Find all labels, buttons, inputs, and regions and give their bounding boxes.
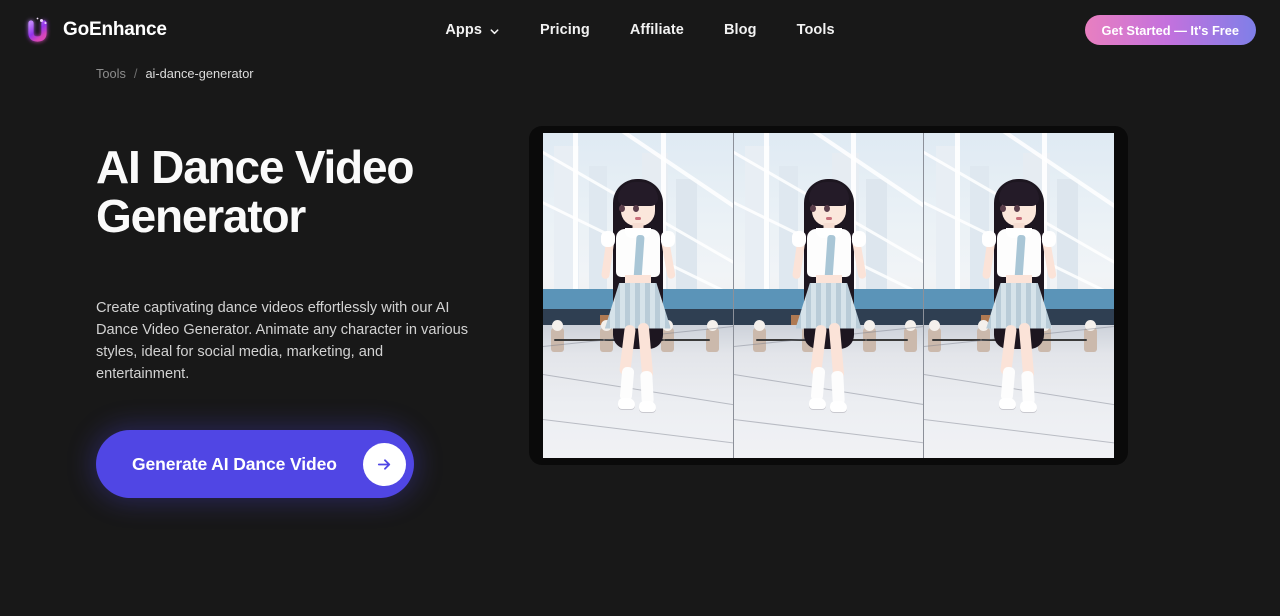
dance-video-preview[interactable] (529, 126, 1128, 465)
preview-frame (732, 133, 924, 458)
dancer-character (783, 178, 875, 452)
generate-button-label: Generate AI Dance Video (132, 453, 337, 474)
preview-frame (543, 133, 733, 458)
preview-frames (543, 133, 1114, 458)
hero-description: Create captivating dance videos effortle… (96, 299, 469, 383)
nav-item-tools[interactable]: Tools (797, 22, 835, 38)
brand-logo[interactable]: GoEnhance (22, 14, 167, 46)
breadcrumb: Tools / ai-dance-generator (0, 60, 1280, 81)
hero-section: AI Dance Video Generator Create captivat… (0, 81, 1280, 499)
hero-copy: AI Dance Video Generator Create captivat… (0, 125, 470, 499)
breadcrumb-item-tools[interactable]: Tools (96, 66, 126, 81)
preview-frame (923, 133, 1114, 458)
sparkle-u-logo-icon (22, 14, 54, 46)
nav-item-affiliate[interactable]: Affiliate (630, 22, 684, 38)
get-started-button[interactable]: Get Started — It's Free (1084, 15, 1256, 45)
nav-item-label: Apps (445, 22, 482, 38)
brand-name: GoEnhance (63, 19, 167, 40)
nav-item-label: Pricing (540, 22, 590, 38)
nav-item-label: Affiliate (629, 22, 684, 38)
chevron-down-icon (489, 25, 500, 36)
preview-panel-wrapper (529, 125, 1128, 465)
breadcrumb-item-current: ai-dance-generator (145, 66, 254, 81)
nav-item-label: Tools (796, 22, 835, 38)
page-title: AI Dance Video Generator (96, 141, 414, 242)
site-header: GoEnhance Apps Pricing Affiliate Blog To… (0, 0, 1280, 60)
dancer-character (592, 178, 684, 452)
generate-ai-dance-video-button[interactable]: Generate AI Dance Video (96, 430, 414, 499)
get-started-label: Get Started — It's Free (1101, 22, 1239, 38)
nav-item-apps[interactable]: Apps (445, 22, 500, 38)
dancer-character (973, 178, 1065, 452)
arrow-right-icon (362, 442, 406, 486)
nav-item-label: Blog (723, 22, 757, 38)
breadcrumb-separator: / (133, 66, 138, 81)
nav-item-blog[interactable]: Blog (724, 22, 757, 38)
nav-item-pricing[interactable]: Pricing (540, 22, 590, 38)
